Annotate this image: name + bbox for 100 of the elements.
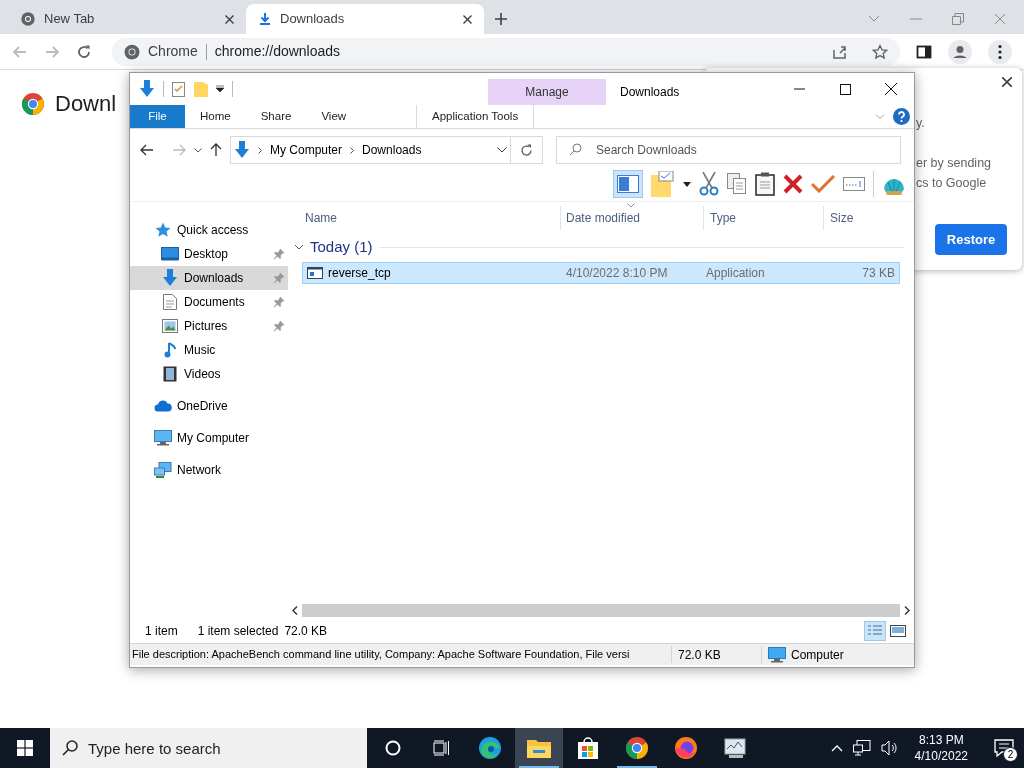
nav-item[interactable]: Pictures (130, 314, 288, 338)
resource-monitor-icon[interactable] (724, 737, 748, 759)
menu-icon[interactable] (988, 39, 1012, 64)
clock-date[interactable]: 4/10/2022 (914, 748, 968, 764)
ribbon-tab[interactable]: View (306, 105, 362, 128)
address-field[interactable]: My Computer Downloads (230, 136, 511, 164)
refresh-icon[interactable] (520, 143, 533, 157)
close-icon[interactable] (463, 14, 472, 24)
properties-icon[interactable] (172, 81, 186, 97)
star-icon[interactable] (872, 43, 888, 60)
help-icon[interactable] (893, 108, 910, 125)
group-header[interactable]: Today (1) (310, 235, 373, 259)
chrome-icon (124, 43, 140, 60)
column-header[interactable]: Date modified (560, 206, 703, 230)
chrome-icon[interactable] (625, 736, 649, 760)
nav-item[interactable]: Network (130, 458, 288, 482)
caret-icon[interactable] (683, 181, 691, 187)
scroll-left-icon[interactable] (292, 606, 298, 615)
nav-item[interactable]: Quick access (130, 218, 288, 242)
minimize-icon[interactable] (793, 88, 805, 90)
file-row[interactable]: reverse_tcp 4/10/2022 8:10 PM Application 73 KB (302, 262, 900, 284)
star-icon (155, 222, 171, 238)
scroll-right-icon[interactable] (904, 606, 910, 615)
restore-button[interactable]: Restore (935, 224, 1007, 255)
network-icon (154, 462, 172, 478)
preview-pane-icon[interactable] (617, 175, 639, 193)
store-icon[interactable] (577, 737, 599, 759)
maximize-icon[interactable] (839, 83, 851, 95)
side-panel-icon[interactable] (916, 43, 932, 60)
nav-item[interactable]: OneDrive (130, 394, 288, 418)
volume-icon[interactable] (880, 740, 899, 756)
delete-icon[interactable] (783, 174, 803, 194)
pin-icon[interactable] (273, 248, 285, 260)
network-icon[interactable] (852, 740, 871, 756)
new-tab-icon[interactable] (494, 12, 508, 26)
page-title: Downl (55, 90, 117, 118)
ribbon-tab[interactable]: Share (245, 105, 307, 128)
clock-time[interactable]: 8:13 PM (918, 732, 964, 748)
file-size: 72.0 KB (672, 645, 762, 664)
nav-item[interactable]: My Computer (130, 426, 288, 450)
breadcrumb[interactable]: My Computer (270, 141, 343, 159)
download-arrow-icon[interactable] (139, 80, 155, 98)
chevron-down-icon[interactable] (868, 15, 880, 23)
close-icon[interactable] (225, 14, 234, 24)
dropdown-icon[interactable] (497, 147, 507, 153)
task-view-icon[interactable] (432, 740, 450, 756)
size-cell-text: 73 KB (861, 265, 896, 282)
close-icon[interactable] (1002, 77, 1012, 87)
date-cell-text: 4/10/2022 8:10 PM (565, 265, 669, 282)
column-header[interactable]: Size (823, 206, 903, 230)
chevron-right-icon (350, 146, 355, 154)
window-title: Downloads (620, 84, 680, 101)
column-header[interactable]: Name (288, 206, 560, 230)
nav-item[interactable]: Music (130, 338, 288, 362)
taskbar-button[interactable] (515, 728, 563, 768)
type-cell-text: Application (705, 265, 766, 282)
profile-icon[interactable] (948, 39, 972, 64)
share-icon[interactable] (832, 43, 848, 60)
ribbon-tab[interactable]: File (130, 105, 185, 128)
taskbar-search-field[interactable]: Type here to search (50, 728, 367, 768)
nav-item[interactable]: Documents (130, 290, 288, 314)
checkmark-icon[interactable] (811, 175, 835, 193)
pin-icon[interactable] (273, 296, 285, 308)
film-icon (163, 366, 177, 382)
close-icon[interactable] (885, 83, 897, 95)
document-icon (163, 294, 177, 310)
paste-icon[interactable] (755, 172, 775, 196)
folder-icon[interactable] (527, 738, 551, 758)
copy-icon[interactable] (727, 173, 747, 195)
pin-icon[interactable] (273, 320, 285, 332)
scissors-icon[interactable] (699, 172, 719, 196)
location-label: Computer (791, 646, 844, 664)
column-header[interactable]: Type (703, 206, 823, 230)
scrollbar-thumb[interactable] (302, 604, 900, 617)
restore-icon[interactable] (952, 13, 964, 25)
nav-item[interactable]: Videos (130, 362, 288, 386)
chrome-logo-icon (21, 91, 45, 116)
chevron-up-icon[interactable] (830, 744, 843, 752)
back-icon[interactable] (140, 144, 154, 156)
firefox-icon[interactable] (674, 736, 698, 760)
ribbon-tab[interactable]: Home (185, 105, 246, 128)
address-bar[interactable]: Chrome chrome://downloads (112, 37, 900, 66)
ribbon-tab[interactable]: Application Tools (416, 105, 535, 128)
caret-icon[interactable] (216, 85, 224, 93)
browser-tab[interactable]: Downloads (246, 4, 484, 34)
nav-item[interactable]: Desktop (130, 242, 288, 266)
breadcrumb[interactable]: Downloads (362, 141, 422, 159)
recent-locations-icon[interactable] (194, 147, 202, 153)
cortana-icon[interactable] (385, 740, 401, 756)
edge-icon[interactable] (478, 736, 502, 760)
large-icons-view-icon[interactable] (890, 625, 906, 637)
search-field[interactable]: Search Downloads (556, 136, 901, 164)
up-icon[interactable] (210, 143, 222, 157)
chevron-icon[interactable] (294, 242, 304, 252)
reload-icon[interactable] (76, 43, 92, 60)
search-icon (569, 143, 582, 156)
start-icon[interactable] (17, 740, 33, 756)
notification-icon[interactable] (994, 739, 1014, 757)
nav-item[interactable]: Downloads (130, 266, 288, 290)
rename-icon[interactable] (843, 177, 865, 191)
